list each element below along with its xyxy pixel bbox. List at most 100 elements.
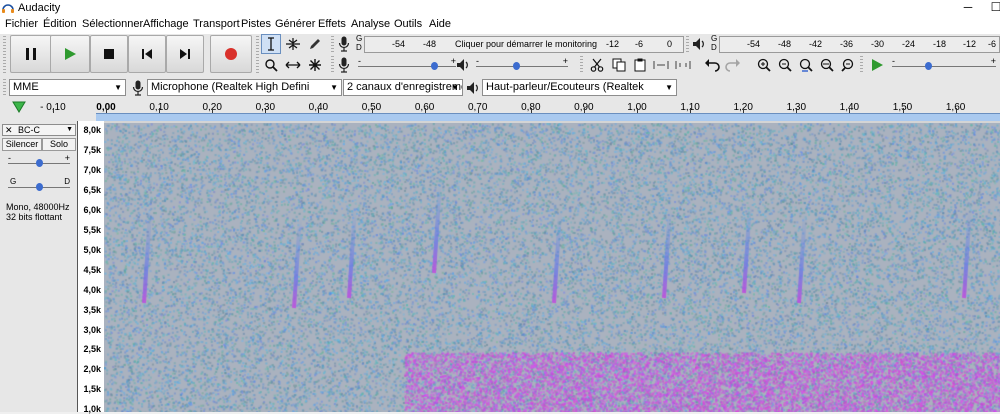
ruler-tick (743, 108, 745, 113)
maximize-button[interactable]: ☐ (980, 0, 1000, 16)
slider-max-label: + (562, 56, 568, 66)
spectrogram-canvas[interactable] (104, 123, 1000, 412)
menu-fichier[interactable]: Fichier (5, 18, 38, 30)
microphone-icon (338, 36, 350, 52)
menu-analyse[interactable]: Analyse (351, 18, 390, 30)
mixer-grip[interactable] (331, 56, 334, 74)
play-at-speed-grip[interactable] (860, 56, 863, 74)
draw-tool-button[interactable] (305, 34, 325, 54)
frequency-label: 1,5k (83, 384, 101, 395)
track-info: Mono, 48000Hz 32 bits flottant (6, 202, 70, 222)
gain-knob[interactable] (36, 159, 43, 167)
record-meter-grip[interactable] (331, 36, 334, 54)
spectrogram-view[interactable] (104, 123, 1000, 412)
play-meter-tick: -54 (747, 39, 761, 49)
play-meter-tick: -24 (902, 39, 916, 49)
fit-project-button[interactable] (817, 55, 837, 75)
slider-max-label: + (990, 56, 996, 66)
zoom-toggle-button[interactable] (838, 55, 858, 75)
playback-volume-knob[interactable] (513, 62, 520, 70)
selection-tool-button[interactable] (261, 34, 281, 54)
record-volume-knob[interactable] (431, 62, 438, 70)
title-bar: Audacity ─ ☐ (0, 0, 1000, 16)
tools-toolbar-grip[interactable] (256, 36, 259, 74)
menu-aide[interactable]: Aide (429, 18, 451, 30)
frequency-label: 2,0k (83, 364, 101, 375)
ruler-tick (902, 108, 904, 113)
multi-tool-button[interactable] (305, 55, 325, 75)
playback-device-select[interactable]: Haut-parleur/Ecouteurs (Realtek ▼ (482, 79, 677, 96)
play-meter-left-letter: G (711, 34, 718, 43)
zoom-out-button[interactable] (775, 55, 795, 75)
redo-button[interactable] (723, 55, 743, 75)
i-beam-icon (268, 37, 274, 51)
recording-channels-select[interactable]: 2 canaux d'enregistremer ▼ (343, 79, 463, 96)
play-head-marker-icon[interactable] (12, 101, 26, 113)
audio-host-select[interactable]: MME ▼ (9, 79, 126, 96)
record-button[interactable] (210, 35, 252, 73)
magnifier-icon (265, 59, 278, 72)
menu-pistes[interactable]: Pistes (241, 18, 271, 30)
menu-edition[interactable]: Édition (43, 18, 77, 30)
mute-button[interactable]: Silencer (2, 138, 42, 151)
pan-knob[interactable] (36, 183, 43, 191)
zoom-in-button[interactable] (754, 55, 774, 75)
skip-to-end-button[interactable] (166, 35, 204, 73)
speaker-icon (457, 59, 468, 71)
ruler-tick (796, 108, 798, 113)
chevron-down-icon: ▼ (330, 83, 338, 92)
timeline-selection-strip[interactable] (96, 113, 1000, 121)
menu-outils[interactable]: Outils (394, 18, 422, 30)
solo-button[interactable]: Solo (42, 138, 76, 151)
stop-button[interactable] (90, 35, 128, 73)
play-speed-slider[interactable]: - + (892, 56, 996, 74)
playback-volume-slider[interactable]: - + (476, 56, 568, 74)
menu-selectionner[interactable]: Sélectionner (82, 18, 143, 30)
pause-button[interactable] (10, 35, 52, 73)
record-volume-slider[interactable]: - + (358, 56, 456, 74)
play-meter-grip[interactable] (686, 36, 689, 54)
play-at-speed-button[interactable] (867, 55, 887, 75)
time-shift-tool-button[interactable] (283, 55, 303, 75)
slider-min-label: - (476, 56, 479, 66)
frequency-label: 2,5k (83, 344, 101, 355)
frequency-label: 7,5k (83, 144, 101, 155)
playback-meter[interactable]: -54 -48 -42 -36 -30 -24 -18 -12 -6 (719, 36, 1000, 53)
rec-meter-tick: -48 (423, 39, 437, 49)
fit-selection-button[interactable] (796, 55, 816, 75)
rec-meter-monitor-text[interactable]: Cliquer pour démarrer le monitoring (455, 39, 597, 49)
pan-slider[interactable]: G D (8, 177, 70, 195)
pan-right-label: D (64, 177, 70, 186)
paste-button[interactable] (630, 55, 650, 75)
track-bit-depth: 32 bits flottant (6, 212, 63, 222)
play-speed-knob[interactable] (925, 62, 932, 70)
recording-meter[interactable]: -54 -48 Cliquer pour démarrer le monitor… (364, 36, 684, 53)
envelope-tool-button[interactable] (283, 34, 303, 54)
ruler-tick (955, 108, 957, 113)
recording-device-select[interactable]: Microphone (Realtek High Defini ▼ (147, 79, 342, 96)
cut-button[interactable] (587, 55, 607, 75)
menu-generer[interactable]: Générer (275, 18, 315, 30)
menu-transport[interactable]: Transport (193, 18, 240, 30)
zoom-tool-button[interactable] (261, 55, 281, 75)
silence-button[interactable] (673, 55, 693, 75)
undo-button[interactable] (702, 55, 722, 75)
copy-button[interactable] (609, 55, 629, 75)
play-button[interactable] (50, 35, 90, 73)
skip-to-start-button[interactable] (128, 35, 166, 73)
transport-toolbar-grip[interactable] (3, 36, 6, 74)
device-toolbar-grip[interactable] (3, 79, 6, 95)
edit-toolbar-grip[interactable] (580, 56, 583, 74)
gain-slider[interactable]: - + (8, 153, 70, 171)
track-menu-chevron-icon[interactable]: ▼ (66, 126, 73, 133)
ruler-tick (583, 108, 585, 113)
track-close-button[interactable]: ✕ (5, 125, 13, 136)
ruler-tick (637, 108, 638, 113)
track-name[interactable]: BC-C (18, 125, 40, 135)
menu-effets[interactable]: Effets (318, 18, 346, 30)
menu-affichage[interactable]: Affichage (143, 18, 189, 30)
trim-button[interactable] (651, 55, 671, 75)
ruler-tick (690, 108, 692, 113)
gain-max-label: + (64, 153, 70, 163)
copy-icon (612, 58, 626, 72)
